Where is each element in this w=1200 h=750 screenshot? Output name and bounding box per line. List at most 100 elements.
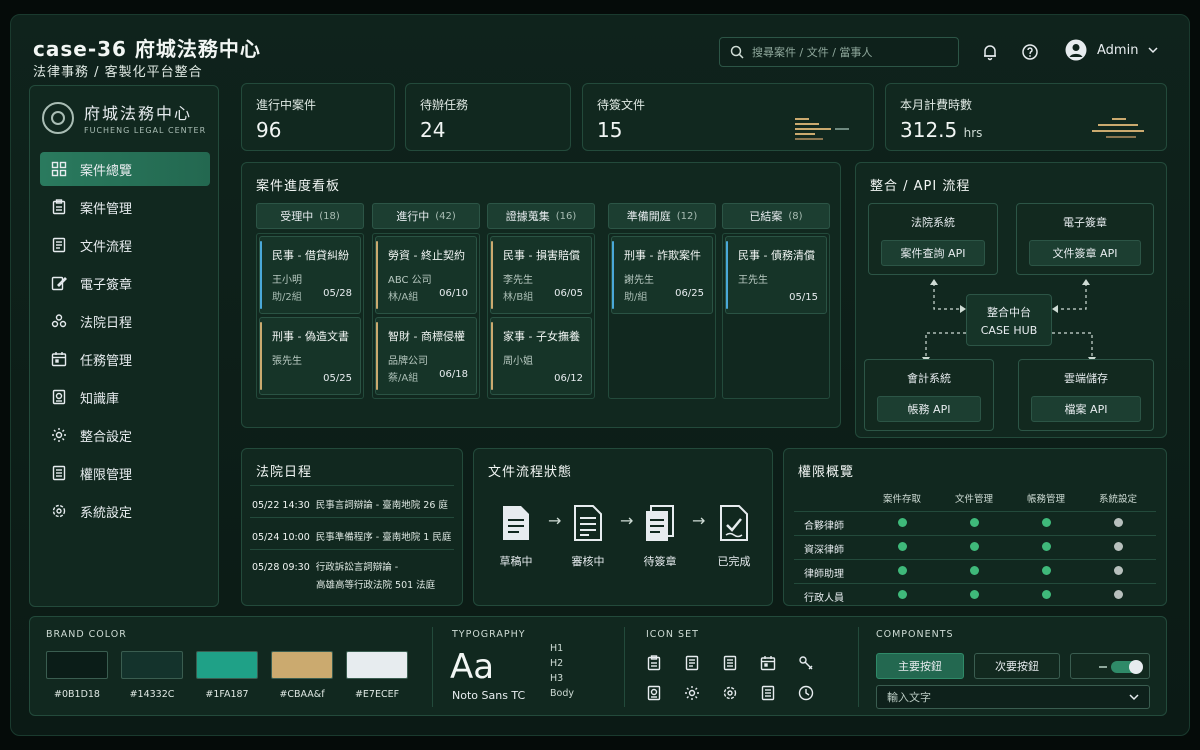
api-chip[interactable]: 帳務 API [877, 396, 981, 422]
sidebar-item-label: 知識庫 [80, 391, 120, 407]
color-swatch[interactable] [271, 651, 333, 679]
permission-granted-dot[interactable] [1042, 518, 1051, 527]
user-menu[interactable]: Admin [1065, 39, 1158, 61]
kanban-column-header[interactable]: 進行中 (42) [372, 203, 480, 229]
api-chip[interactable]: 案件查詢 API [881, 240, 985, 266]
case-hub[interactable]: 整合中台 CASE HUB [966, 294, 1052, 346]
stat-card-active-cases[interactable]: 進行中案件 96 [241, 83, 395, 151]
court-event[interactable]: 05/28 09:30 行政訴訟言詞辯論 - [252, 559, 398, 573]
permission-granted-dot[interactable] [1042, 566, 1051, 575]
kanban-column-header[interactable]: 證據蒐集 (16) [487, 203, 595, 229]
case-card[interactable]: 智財 - 商標侵權 品牌公司 蔡/A組 06/18 [375, 317, 477, 395]
permission-granted-dot[interactable] [1042, 590, 1051, 599]
select-input[interactable]: 輸入文字 [876, 685, 1150, 709]
permission-granted-dot[interactable] [970, 518, 979, 527]
case-card[interactable]: 勞資 - 終止契約 ABC 公司 林/A組 06/10 [375, 236, 477, 314]
system-cloud-storage[interactable]: 雲端儲存 檔案 API [1018, 359, 1154, 431]
sidebar-item-9[interactable]: 權限管理 [40, 456, 210, 490]
court-event-continued: 高雄高等行政法院 501 法庭 [316, 580, 436, 591]
permission-granted-dot[interactable] [898, 518, 907, 527]
stat-card-pending-tasks[interactable]: 待辦任務 24 [405, 83, 571, 151]
search-input[interactable] [752, 45, 942, 59]
case-title: 民事 - 損害賠償 [503, 249, 580, 262]
gear-icon [50, 426, 68, 444]
case-card[interactable]: 刑事 - 詐欺案件 謝先生 助/組 06/25 [611, 236, 713, 314]
case-card[interactable]: 家事 - 子女撫養 周小姐 06/12 [490, 317, 592, 395]
role-name: 資深律師 [804, 545, 844, 556]
permission-granted-dot[interactable] [970, 542, 979, 551]
api-chip[interactable]: 檔案 API [1031, 396, 1141, 422]
kanban-column-header[interactable]: 已結案 (8) [722, 203, 830, 229]
case-due-date: 05/28 [323, 288, 352, 299]
case-card[interactable]: 刑事 - 偽造文書 張先生 05/25 [259, 317, 361, 395]
case-card[interactable]: 民事 - 損害賠償 李先生 林/B組 06/05 [490, 236, 592, 314]
court-event[interactable]: 05/24 10:00 民事準備程序 - 臺南地院 1 民庭 [252, 529, 451, 543]
pending-signature-step[interactable]: 待簽章 [632, 501, 688, 569]
brand-color-heading: BRAND COLOR [46, 629, 127, 640]
api-chip[interactable]: 文件簽章 API [1029, 240, 1141, 266]
color-swatch[interactable] [196, 651, 258, 679]
system-e-signature[interactable]: 電子簽章 文件簽章 API [1016, 203, 1154, 275]
avatar [1065, 39, 1087, 61]
primary-button[interactable]: 主要按鈕 [876, 653, 964, 679]
case-card[interactable]: 民事 - 借貸糾紛 王小明 助/2組 05/28 [259, 236, 361, 314]
stat-card-billing-hours[interactable]: 本月計費時數 312.5 hrs [885, 83, 1167, 151]
kanban-column-header[interactable]: 準備開庭 (12) [608, 203, 716, 229]
sidebar-item-5[interactable]: 法院日程 [40, 304, 210, 338]
permission-granted-dot[interactable] [898, 542, 907, 551]
column-name: 準備開庭 [626, 210, 671, 223]
sidebar-item-2[interactable]: 案件管理 [40, 190, 210, 224]
permission-denied-dot[interactable] [1114, 566, 1123, 575]
calendar-icon [758, 653, 778, 673]
toggle-switch[interactable] [1070, 653, 1150, 679]
permission-denied-dot[interactable] [1114, 590, 1123, 599]
permission-granted-dot[interactable] [970, 566, 979, 575]
case-due-date: 05/15 [789, 292, 818, 303]
color-swatch[interactable] [46, 651, 108, 679]
cog-icon [720, 683, 740, 703]
permission-granted-dot[interactable] [898, 590, 907, 599]
system-accounting[interactable]: 會計系統 帳務 API [864, 359, 994, 431]
chevron-down-icon [1148, 47, 1158, 54]
color-swatch[interactable] [121, 651, 183, 679]
sidebar-item-8[interactable]: 整合設定 [40, 418, 210, 452]
sidebar-item-4[interactable]: 電子簽章 [40, 266, 210, 300]
court-title: 法院日程 [256, 465, 313, 480]
kanban-board: 案件進度看板 受理中 (18) 民事 - 借貸糾紛 王小明 助/2組 05/28 刑… [241, 162, 841, 428]
case-due-date: 06/25 [675, 288, 704, 299]
sidebar-item-1[interactable]: 案件總覽 [40, 152, 210, 186]
court-event[interactable]: 05/22 14:30 民事言詞辯論 - 臺南地院 26 庭 [252, 497, 448, 511]
permissions-overview: 權限概覽 案件存取 文件管理 帳務管理 系統設定 合夥律師 資深律師 律師助理 行政人員 [783, 448, 1167, 606]
sidebar-item-label: 文件流程 [80, 239, 133, 255]
stat-value: 312.5 hrs [900, 118, 983, 142]
permission-denied-dot[interactable] [1114, 518, 1123, 527]
components-heading: COMPONENTS [876, 629, 954, 640]
completed-step[interactable]: 已完成 [706, 501, 762, 569]
case-card[interactable]: 民事 - 債務清償 王先生 05/15 [725, 236, 827, 314]
typography-font-name: Noto Sans TC [452, 689, 526, 702]
secondary-button[interactable]: 次要按鈕 [974, 653, 1060, 679]
case-title: 家事 - 子女撫養 [503, 330, 580, 343]
help-icon[interactable] [1019, 41, 1041, 63]
case-due-date: 05/25 [323, 373, 352, 384]
permission-granted-dot[interactable] [898, 566, 907, 575]
hub-name: 整合中台 [987, 306, 1031, 319]
draft-step[interactable]: 草稿中 [488, 501, 544, 569]
sidebar-item-7[interactable]: 知識庫 [40, 380, 210, 414]
kanban-column-header[interactable]: 受理中 (18) [256, 203, 364, 229]
sidebar-item-label: 電子簽章 [80, 277, 133, 293]
case-owner: 助/組 [624, 292, 648, 303]
color-swatch[interactable] [346, 651, 408, 679]
sidebar-item-6[interactable]: 任務管理 [40, 342, 210, 376]
search-box[interactable] [719, 37, 959, 67]
system-court[interactable]: 法院系統 案件查詢 API [868, 203, 998, 275]
sidebar-item-3[interactable]: 文件流程 [40, 228, 210, 262]
permission-granted-dot[interactable] [1042, 542, 1051, 551]
permission-granted-dot[interactable] [970, 590, 979, 599]
review-step[interactable]: 審核中 [560, 501, 616, 569]
permission-denied-dot[interactable] [1114, 542, 1123, 551]
sidebar-item-10[interactable]: 系統設定 [40, 494, 210, 528]
kanban-column: 證據蒐集 (16) 民事 - 損害賠償 李先生 林/B組 06/05 家事 - 子女… [487, 203, 595, 399]
stat-card-pending-signatures[interactable]: 待簽文件 15 [582, 83, 874, 151]
bell-icon[interactable] [979, 41, 1001, 63]
